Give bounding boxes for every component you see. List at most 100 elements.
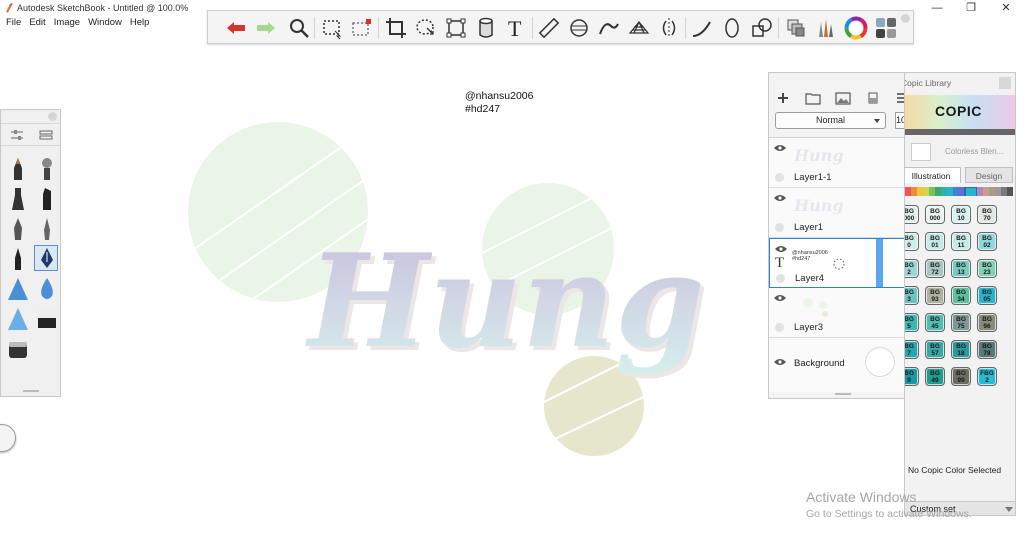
blend-mode-select[interactable]: Normal <box>775 112 886 129</box>
copic-swatch[interactable]: BG 10 <box>951 205 971 224</box>
triangle-brush[interactable] <box>6 276 30 302</box>
layer-editor-header[interactable] <box>769 73 919 89</box>
ellipse-button[interactable] <box>720 16 744 40</box>
menu-file[interactable]: File <box>2 17 25 31</box>
select-all-button[interactable] <box>350 16 374 40</box>
copic-swatch[interactable]: BG 5 <box>905 313 919 332</box>
perspective-button[interactable] <box>627 16 651 40</box>
menu-window[interactable]: Window <box>84 17 126 31</box>
minimize-button[interactable]: — <box>927 2 947 14</box>
copic-swatch[interactable]: BG 2 <box>905 259 919 278</box>
copic-swatch[interactable]: BG 70 <box>977 205 997 224</box>
copic-swatch[interactable]: BG 000 <box>905 205 919 224</box>
symmetry-button[interactable] <box>657 16 681 40</box>
copic-swatch[interactable]: BG 72 <box>925 259 945 278</box>
soft-triangle-brush[interactable] <box>6 306 30 332</box>
copic-swatch[interactable]: BG 3 <box>905 286 919 305</box>
copic-swatch[interactable]: BG 49 <box>925 367 945 386</box>
pen-brush[interactable] <box>6 216 30 242</box>
fineliner-brush[interactable] <box>6 246 30 272</box>
merge-layer-icon[interactable] <box>865 91 881 105</box>
toolbar-close-icon[interactable] <box>901 14 910 23</box>
layer-row-selected[interactable]: T @nhansu2006 #hd247 Layer4 <box>769 238 907 288</box>
close-button[interactable]: ✕ <box>996 2 1016 14</box>
zoom-button[interactable] <box>287 16 311 40</box>
layer-editor-grip[interactable] <box>835 393 851 395</box>
menu-help[interactable]: Help <box>126 17 154 31</box>
text-button[interactable]: T <box>504 16 528 41</box>
curve-guide-button[interactable] <box>597 16 621 40</box>
chisel-marker-brush[interactable] <box>35 186 59 212</box>
redo-button[interactable] <box>254 16 278 40</box>
layer-lock-toggle[interactable] <box>775 173 784 182</box>
eye-icon[interactable] <box>774 294 786 302</box>
copic-swatch[interactable]: BG 99 <box>951 367 971 386</box>
copic-swatch[interactable]: BG 45 <box>925 313 945 332</box>
swatches-button[interactable] <box>874 16 898 40</box>
copic-swatch[interactable]: BG 18 <box>951 340 971 359</box>
layer-lock-toggle[interactable] <box>775 223 784 232</box>
stroke-button[interactable] <box>690 16 714 40</box>
pencil-brush[interactable] <box>6 156 30 182</box>
layer-lock-toggle[interactable] <box>775 323 784 332</box>
copic-swatch[interactable]: BG 0 <box>905 232 919 251</box>
eye-icon[interactable] <box>774 194 786 202</box>
rectangle-select-button[interactable] <box>320 16 344 40</box>
eye-icon[interactable] <box>774 144 786 152</box>
copic-swatch[interactable]: BG 000 <box>925 205 945 224</box>
background-layer-row[interactable]: Background <box>769 338 907 392</box>
copic-swatch[interactable]: BG 9 <box>905 367 919 386</box>
colorless-blender-swatch[interactable] <box>911 143 931 161</box>
copic-swatch[interactable]: BG 7 <box>905 340 919 359</box>
marker-brush[interactable] <box>6 186 30 212</box>
color-family-strip[interactable] <box>905 187 1013 196</box>
add-image-icon[interactable] <box>835 91 851 105</box>
layer-row[interactable]: Hung Layer1-1 <box>769 138 907 188</box>
brush-library-button[interactable] <box>814 16 838 40</box>
water-brush[interactable] <box>35 276 59 302</box>
block-eraser-brush[interactable] <box>6 336 30 362</box>
ruler-button[interactable] <box>537 16 561 40</box>
lasso-button[interactable] <box>414 16 438 40</box>
copic-swatch[interactable]: BG 05 <box>977 286 997 305</box>
tab-design[interactable]: Design <box>965 167 1013 183</box>
crop-button[interactable] <box>384 16 408 40</box>
copic-swatch[interactable]: BG 78 <box>977 340 997 359</box>
ellipse-guide-button[interactable] <box>567 16 591 40</box>
brush-list-icon[interactable] <box>39 129 53 141</box>
add-layer-icon[interactable] <box>775 91 791 105</box>
shapes-button[interactable] <box>750 16 774 40</box>
copic-swatch[interactable]: BG 11 <box>951 232 971 251</box>
transform-button[interactable] <box>444 16 468 40</box>
eye-icon[interactable] <box>775 245 787 253</box>
copic-close-icon[interactable] <box>999 77 1011 89</box>
menu-edit[interactable]: Edit <box>25 17 49 31</box>
undo-button[interactable] <box>224 16 248 40</box>
calligraphy-brush[interactable] <box>34 245 58 271</box>
copic-swatch[interactable]: BG 34 <box>951 286 971 305</box>
maximize-button[interactable]: ❐ <box>961 2 981 14</box>
menu-image[interactable]: Image <box>50 17 84 31</box>
color-wheel-button[interactable] <box>844 16 868 40</box>
layer-group-icon[interactable] <box>805 91 821 105</box>
copic-swatch[interactable]: BG 57 <box>925 340 945 359</box>
layer-row[interactable]: Layer3 <box>769 288 907 338</box>
copic-swatch[interactable]: BG 13 <box>951 259 971 278</box>
copic-swatch[interactable]: BG 02 <box>977 232 997 251</box>
copic-swatch[interactable]: BG 93 <box>925 286 945 305</box>
copic-swatch[interactable]: BG 75 <box>951 313 971 332</box>
copic-swatch[interactable]: FBG 2 <box>977 367 997 386</box>
copic-library-button[interactable] <box>784 16 808 40</box>
eye-icon[interactable] <box>774 358 786 366</box>
copic-swatch[interactable]: BG 23 <box>977 259 997 278</box>
copic-swatch[interactable]: BG 01 <box>925 232 945 251</box>
background-color-swatch[interactable] <box>865 347 895 377</box>
copic-swatch[interactable]: BG 96 <box>977 313 997 332</box>
eraser-brush[interactable] <box>35 306 59 332</box>
fill-button[interactable] <box>474 16 498 40</box>
brush-palette-header[interactable] <box>1 110 60 124</box>
tab-illustration[interactable]: Illustration <box>905 167 961 183</box>
airbrush-brush[interactable] <box>35 156 59 182</box>
brush-palette-close-icon[interactable] <box>48 112 57 121</box>
layer-row[interactable]: Hung Layer1 <box>769 188 907 238</box>
